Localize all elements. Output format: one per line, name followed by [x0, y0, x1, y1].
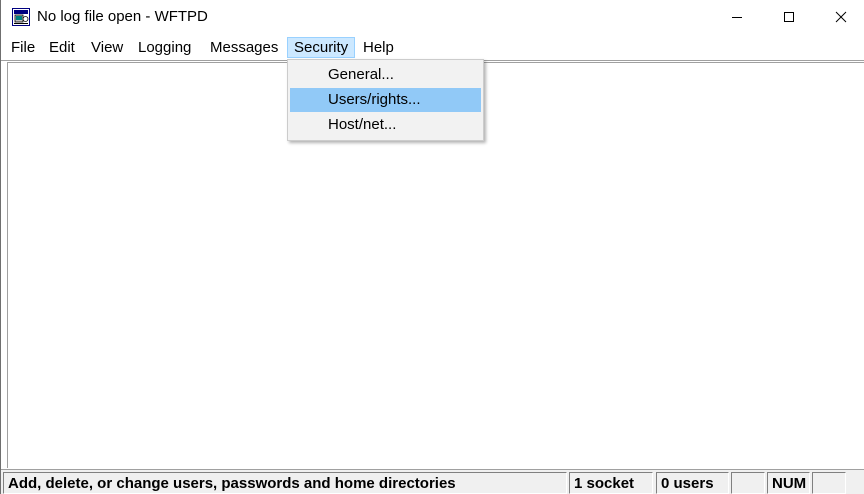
- menu-file[interactable]: File: [5, 37, 41, 58]
- menu-logging[interactable]: Logging: [132, 37, 197, 58]
- status-pane-empty: [731, 472, 765, 494]
- menu-security[interactable]: Security: [287, 37, 356, 58]
- maximize-icon: [784, 12, 794, 22]
- title-bar[interactable]: No log file open - WFTPD: [1, 0, 864, 34]
- status-pane-empty-2: [812, 472, 846, 494]
- app-window: No log file open - WFTPD File Edit View …: [0, 0, 864, 494]
- status-bar: Add, delete, or change users, passwords …: [1, 469, 864, 494]
- close-button[interactable]: [815, 0, 864, 34]
- status-message: Add, delete, or change users, passwords …: [3, 472, 567, 494]
- maximize-button[interactable]: [763, 0, 815, 34]
- close-icon: [835, 11, 847, 23]
- window-title: No log file open - WFTPD: [37, 8, 208, 25]
- minimize-icon: [732, 17, 742, 18]
- wftpd-app-icon[interactable]: [12, 8, 30, 26]
- status-users: 0 users: [656, 472, 729, 494]
- menu-view[interactable]: View: [85, 37, 129, 58]
- menu-item-host-net[interactable]: Host/net...: [290, 113, 481, 137]
- menu-bar: File Edit View Logging Messages Security…: [1, 35, 864, 59]
- menu-messages[interactable]: Messages: [204, 37, 284, 58]
- minimize-button[interactable]: [711, 0, 763, 34]
- menu-item-general[interactable]: General...: [290, 63, 481, 87]
- status-sockets: 1 socket: [569, 472, 653, 494]
- menu-edit[interactable]: Edit: [43, 37, 81, 58]
- security-dropdown-menu: General... Users/rights... Host/net...: [287, 59, 484, 141]
- status-num-lock: NUM: [767, 472, 810, 494]
- menu-help[interactable]: Help: [357, 37, 400, 58]
- menu-item-users-rights[interactable]: Users/rights...: [290, 88, 481, 112]
